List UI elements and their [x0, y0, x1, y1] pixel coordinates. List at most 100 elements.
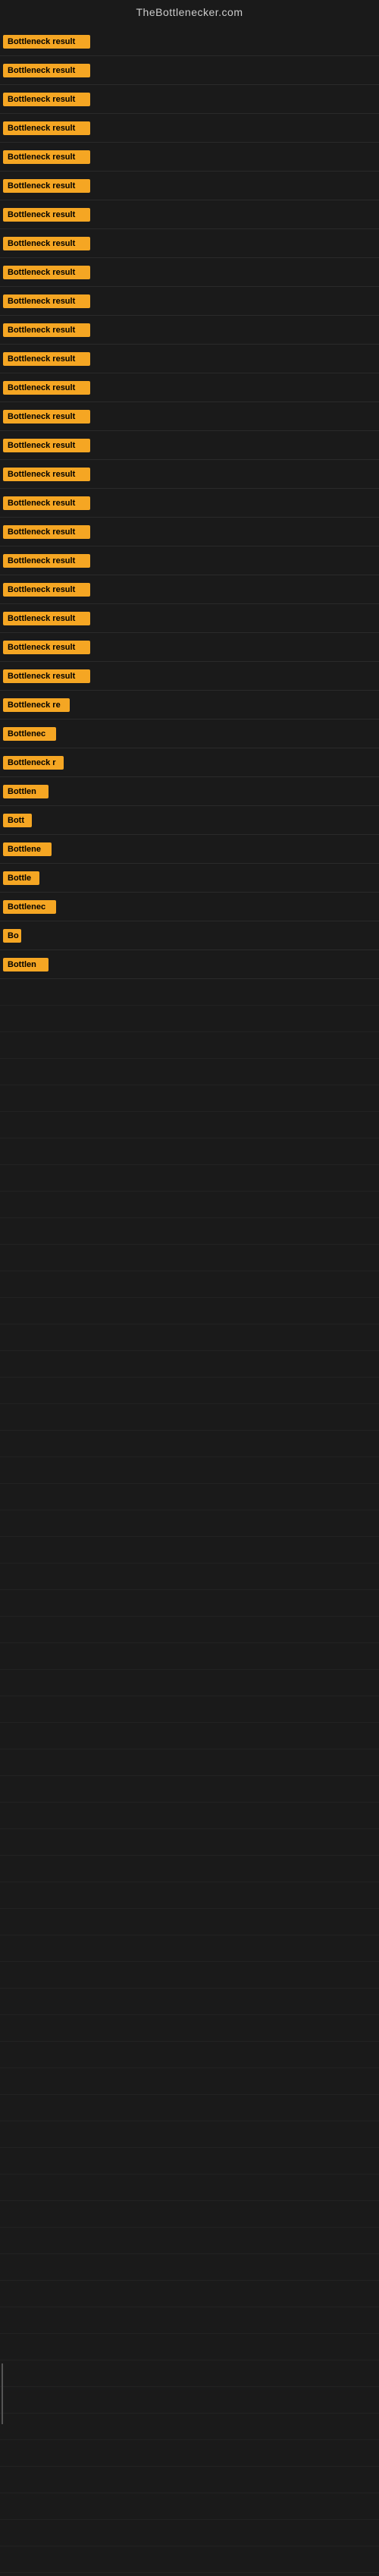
empty-row [0, 1351, 379, 1378]
empty-row [0, 1935, 379, 1962]
list-item: Bottleneck result [0, 143, 379, 172]
empty-row [0, 1298, 379, 1324]
empty-row [0, 2174, 379, 2201]
empty-row [0, 1218, 379, 1245]
list-item: Bottleneck re [0, 691, 379, 720]
list-item: Bottleneck result [0, 258, 379, 287]
vertical-line [2, 2363, 3, 2424]
list-item: Bottleneck result [0, 431, 379, 460]
bottleneck-badge: Bottleneck result [3, 121, 90, 135]
empty-row [0, 1590, 379, 1617]
list-item: Bottlene [0, 835, 379, 864]
bottleneck-badge: Bottlene [3, 842, 52, 856]
list-item: Bottleneck result [0, 85, 379, 114]
empty-row [0, 1537, 379, 1564]
list-item: Bo [0, 921, 379, 950]
bottleneck-badge: Bottleneck result [3, 208, 90, 222]
empty-row [0, 2334, 379, 2360]
bottleneck-badge: Bottleneck result [3, 179, 90, 193]
empty-row [0, 1749, 379, 1776]
empty-row [0, 1457, 379, 1484]
bottleneck-badge: Bottleneck result [3, 525, 90, 539]
list-item: Bott [0, 806, 379, 835]
empty-row [0, 1165, 379, 1192]
bottleneck-badge: Bottleneck result [3, 468, 90, 481]
results-list: Bottleneck resultBottleneck resultBottle… [0, 24, 379, 2576]
empty-row [0, 2068, 379, 2095]
bottleneck-badge: Bottleneck result [3, 554, 90, 568]
empty-row [0, 1245, 379, 1271]
empty-row [0, 1882, 379, 1909]
empty-row [0, 2042, 379, 2068]
empty-row [0, 1696, 379, 1723]
empty-row [0, 1962, 379, 1989]
bottleneck-badge: Bott [3, 814, 32, 827]
list-item: Bottleneck result [0, 633, 379, 662]
bottleneck-badge: Bottleneck result [3, 64, 90, 77]
empty-row [0, 1856, 379, 1882]
bottleneck-badge: Bottleneck result [3, 410, 90, 424]
empty-row [0, 1829, 379, 1856]
list-item: Bottleneck result [0, 575, 379, 604]
list-item: Bottlenec [0, 720, 379, 748]
empty-row [0, 2254, 379, 2281]
list-item: Bottleneck result [0, 546, 379, 575]
empty-row [0, 2015, 379, 2042]
list-item: Bottleneck result [0, 27, 379, 56]
list-item: Bottleneck r [0, 748, 379, 777]
bottleneck-badge: Bottleneck result [3, 237, 90, 250]
list-item: Bottleneck result [0, 460, 379, 489]
bottleneck-badge: Bottleneck r [3, 756, 64, 770]
empty-row [0, 1032, 379, 1059]
empty-row [0, 2440, 379, 2467]
list-item: Bottlenec [0, 893, 379, 921]
empty-row [0, 1803, 379, 1829]
bottleneck-badge: Bottlen [3, 785, 49, 798]
list-item: Bottleneck result [0, 287, 379, 316]
empty-row [0, 1006, 379, 1032]
bottleneck-badge: Bottleneck re [3, 698, 70, 712]
empty-row [0, 1404, 379, 1431]
empty-row [0, 2546, 379, 2573]
bottleneck-badge: Bottleneck result [3, 150, 90, 164]
empty-row [0, 2148, 379, 2174]
empty-row [0, 2095, 379, 2121]
empty-row [0, 1378, 379, 1404]
empty-row [0, 2387, 379, 2414]
list-item: Bottleneck result [0, 345, 379, 373]
empty-row [0, 2520, 379, 2546]
list-item: Bottleneck result [0, 402, 379, 431]
bottleneck-badge: Bottleneck result [3, 439, 90, 452]
list-item: Bottleneck result [0, 200, 379, 229]
bottleneck-badge: Bottleneck result [3, 352, 90, 366]
empty-row [0, 2121, 379, 2148]
empty-row [0, 2467, 379, 2493]
empty-row [0, 2201, 379, 2228]
bottleneck-badge: Bottleneck result [3, 381, 90, 395]
empty-row [0, 1989, 379, 2015]
bottleneck-badge: Bottlenec [3, 727, 56, 741]
list-item: Bottleneck result [0, 373, 379, 402]
empty-row [0, 1271, 379, 1298]
bottleneck-badge: Bottleneck result [3, 612, 90, 625]
empty-row [0, 1324, 379, 1351]
empty-row [0, 1776, 379, 1803]
empty-row [0, 2228, 379, 2254]
bottleneck-badge: Bottleneck result [3, 323, 90, 337]
empty-row [0, 2360, 379, 2387]
site-title: TheBottlenecker.com [0, 0, 379, 24]
empty-row [0, 1085, 379, 1112]
empty-row [0, 2307, 379, 2334]
list-item: Bottleneck result [0, 56, 379, 85]
empty-row [0, 1670, 379, 1696]
empty-row [0, 1643, 379, 1670]
list-item: Bottleneck result [0, 662, 379, 691]
bottleneck-badge: Bottleneck result [3, 669, 90, 683]
empty-row [0, 1564, 379, 1590]
bottleneck-badge: Bottleneck result [3, 93, 90, 106]
empty-row [0, 2281, 379, 2307]
list-item: Bottleneck result [0, 229, 379, 258]
list-item: Bottleneck result [0, 518, 379, 546]
empty-row [0, 1723, 379, 1749]
bottleneck-badge: Bo [3, 929, 21, 943]
